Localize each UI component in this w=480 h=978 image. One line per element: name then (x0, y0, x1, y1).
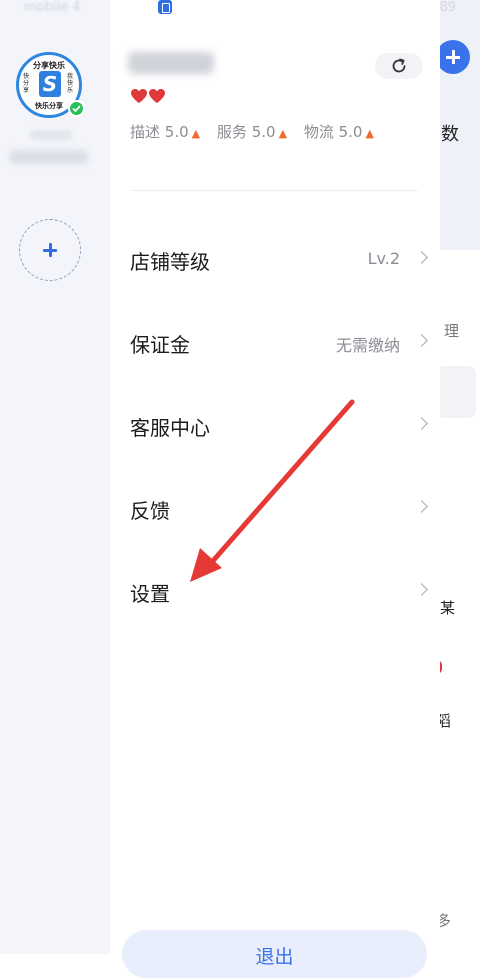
add-shop-button[interactable] (19, 219, 81, 281)
chevron-right-icon (415, 334, 428, 347)
shop-name-blurred (30, 130, 72, 140)
chevron-right-icon (415, 417, 428, 430)
avatar-top-text: 分享快乐 (33, 61, 65, 70)
rating-logistics: 物流 5.0 ▲ (304, 121, 374, 142)
shop-id-blurred (10, 150, 88, 164)
verified-check-icon (68, 100, 85, 117)
rating-label: 描述 (130, 123, 161, 141)
status-battery-text: 89 (439, 0, 456, 15)
divider (130, 190, 418, 191)
chevron-right-icon (415, 251, 428, 264)
logout-label: 退出 (255, 946, 294, 968)
avatar-right-text: 我快乐 (67, 73, 74, 94)
background-text-manage: 理 (444, 322, 460, 340)
user-name-blurred (128, 52, 214, 74)
menu-label: 反馈 (130, 499, 170, 523)
avatar-logo: S (39, 71, 61, 97)
chevron-right-icon (415, 583, 428, 596)
menu-item-deposit[interactable]: 保证金 无需缴纳 (110, 319, 440, 367)
rating-value: 5.0 (164, 123, 189, 141)
menu-label: 设置 (130, 582, 170, 606)
shop-switcher-panel: 分享快乐 快分享 S 我快乐 快乐分享 (0, 0, 110, 954)
rating-up-icon: ▲ (365, 127, 374, 140)
refresh-icon (392, 58, 406, 73)
chevron-right-icon (415, 500, 428, 513)
rating-value: 5.0 (251, 123, 276, 141)
refresh-button[interactable] (375, 53, 423, 79)
rating-value: 5.0 (338, 123, 363, 141)
rating-up-icon: ▲ (278, 127, 288, 140)
menu-label: 店铺等级 (130, 250, 210, 274)
menu-item-feedback[interactable]: 反馈 (110, 485, 440, 533)
rating-label: 服务 (216, 123, 247, 141)
menu-value: 无需缴纳 (335, 336, 400, 355)
rating-up-icon: ▲ (191, 127, 201, 140)
menu-label: 客服中心 (130, 416, 210, 440)
account-drawer: 描述 5.0 ▲ 服务 5.0 ▲ 物流 5.0 ▲ 店铺等级 Lv.2 保证金 无需… (110, 0, 440, 978)
shop-avatar[interactable]: 分享快乐 快分享 S 我快乐 快乐分享 (16, 52, 85, 118)
credit-hearts (130, 88, 170, 108)
heart-icon (131, 89, 165, 103)
notification-icon (158, 0, 172, 14)
background-card (436, 366, 476, 418)
status-carrier: mobile 4 (24, 0, 81, 15)
menu-item-settings[interactable]: 设置 (110, 568, 440, 616)
shop-ratings: 描述 5.0 ▲ 服务 5.0 ▲ 物流 5.0 ▲ (130, 121, 386, 142)
menu-item-shop-level[interactable]: 店铺等级 Lv.2 (110, 236, 440, 284)
status-bar: mobile 4 89 (0, 0, 480, 18)
background-text-mou: 某 (440, 599, 456, 617)
rating-service: 服务 5.0 ▲ (217, 121, 287, 142)
menu-label: 保证金 (130, 333, 190, 357)
menu-value: Lv.2 (367, 249, 400, 268)
avatar-left-text: 快分享 (23, 73, 30, 94)
rating-label: 物流 (303, 123, 334, 141)
background-text-count: 数 (441, 124, 459, 145)
menu-item-customer-service[interactable]: 客服中心 (110, 402, 440, 450)
logout-button[interactable]: 退出 (122, 930, 427, 978)
background-add-icon (436, 40, 470, 74)
rating-description: 描述 5.0 ▲ (130, 121, 200, 142)
